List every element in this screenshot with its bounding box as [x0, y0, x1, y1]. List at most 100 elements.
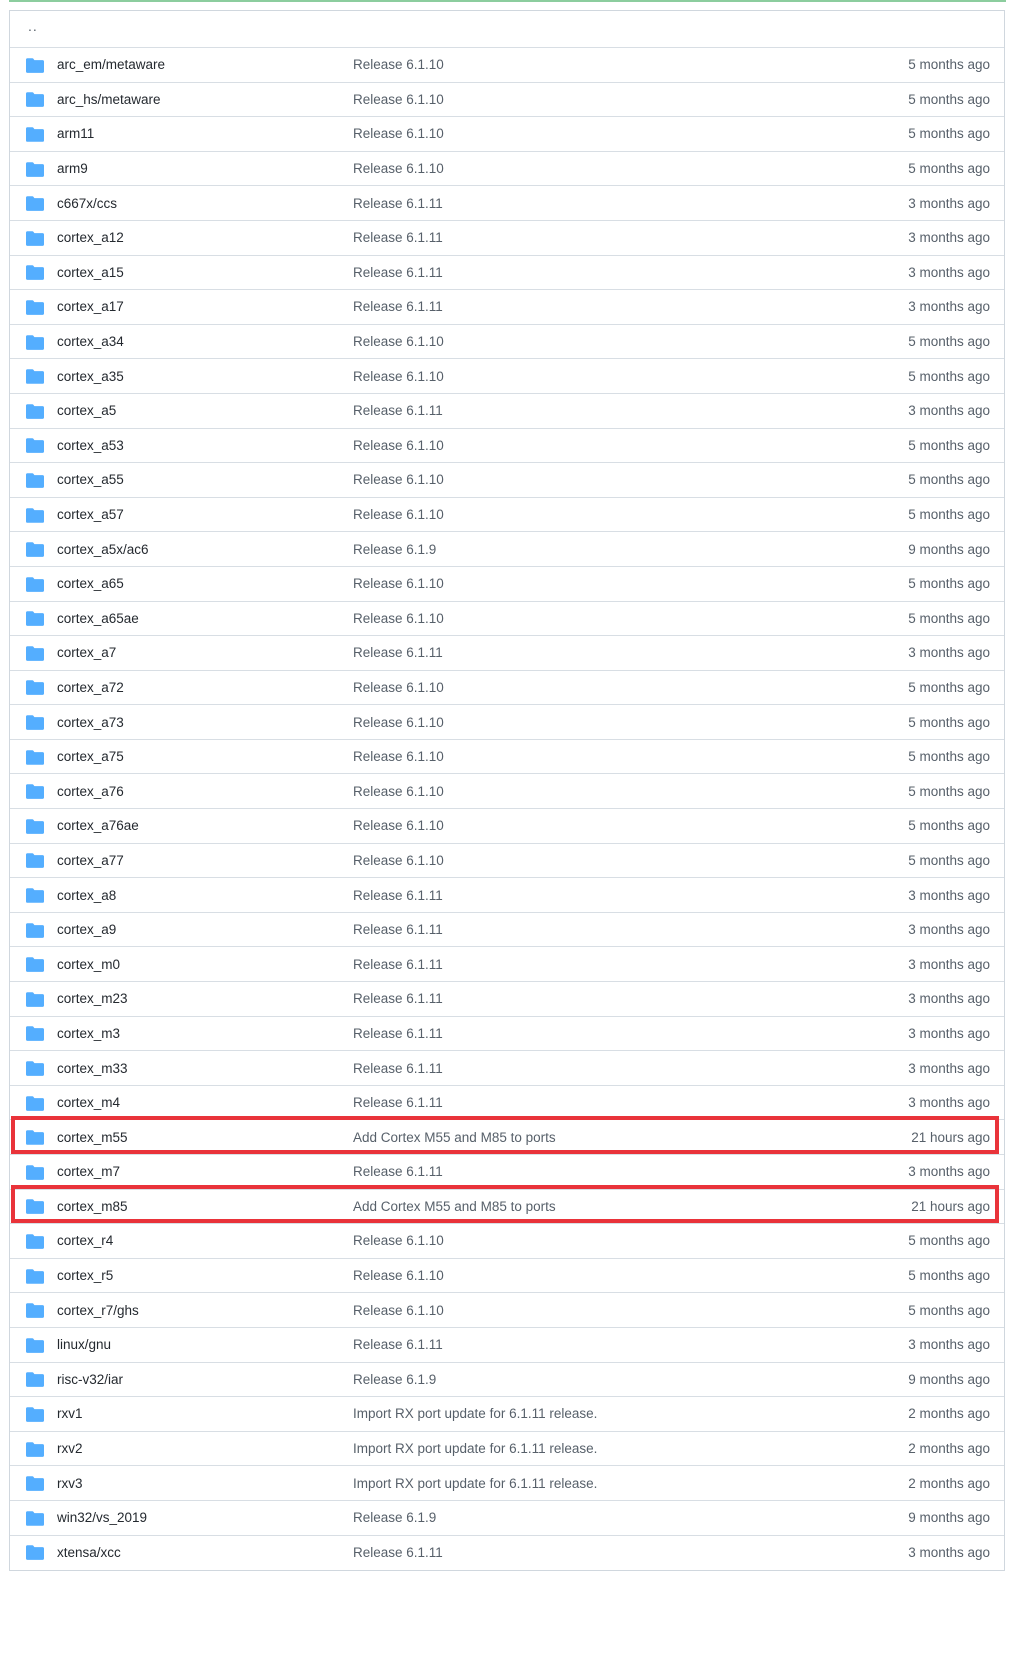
- folder-name-link[interactable]: cortex_a57: [57, 507, 124, 522]
- commit-message-link[interactable]: Release 6.1.9: [353, 1510, 436, 1525]
- file-row[interactable]: cortex_a5x/ac6 Release 6.1.9 9 months ago: [10, 532, 1004, 567]
- folder-name-link[interactable]: rxv3: [57, 1476, 83, 1491]
- commit-message-link[interactable]: Add Cortex M55 and M85 to ports: [353, 1130, 556, 1145]
- folder-name-link[interactable]: cortex_a7: [57, 645, 116, 660]
- folder-name-link[interactable]: cortex_a77: [57, 853, 124, 868]
- commit-message-link[interactable]: Release 6.1.11: [353, 922, 443, 937]
- file-row[interactable]: cortex_m55 Add Cortex M55 and M85 to port…: [10, 1120, 1004, 1155]
- commit-message-link[interactable]: Release 6.1.11: [353, 1337, 443, 1352]
- parent-directory-row[interactable]: ..: [10, 11, 1004, 48]
- commit-message-link[interactable]: Release 6.1.10: [353, 472, 444, 487]
- commit-message-link[interactable]: Release 6.1.11: [353, 888, 443, 903]
- commit-message-link[interactable]: Import RX port update for 6.1.11 release…: [353, 1476, 597, 1491]
- folder-name-link[interactable]: cortex_a34: [57, 334, 124, 349]
- folder-name-link[interactable]: cortex_m33: [57, 1061, 128, 1076]
- folder-name-link[interactable]: rxv1: [57, 1406, 83, 1421]
- file-row[interactable]: cortex_a76 Release 6.1.10 5 months ago: [10, 774, 1004, 810]
- folder-name-link[interactable]: cortex_a5x/ac6: [57, 542, 149, 557]
- file-row[interactable]: cortex_a65ae Release 6.1.10 5 months ago: [10, 602, 1004, 637]
- commit-message-link[interactable]: Release 6.1.10: [353, 126, 444, 141]
- folder-name-link[interactable]: cortex_m7: [57, 1164, 120, 1179]
- commit-message-link[interactable]: Import RX port update for 6.1.11 release…: [353, 1406, 597, 1421]
- folder-name-link[interactable]: cortex_m23: [57, 991, 128, 1006]
- commit-message-link[interactable]: Release 6.1.10: [353, 507, 444, 522]
- file-row[interactable]: cortex_a53 Release 6.1.10 5 months ago: [10, 429, 1004, 464]
- folder-name-link[interactable]: cortex_r7/ghs: [57, 1303, 139, 1318]
- file-row[interactable]: xtensa/xcc Release 6.1.11 3 months ago: [10, 1536, 1004, 1571]
- folder-name-link[interactable]: cortex_a8: [57, 888, 116, 903]
- commit-message-link[interactable]: Release 6.1.11: [353, 1026, 443, 1041]
- folder-name-link[interactable]: cortex_m4: [57, 1095, 120, 1110]
- folder-name-link[interactable]: cortex_a53: [57, 438, 124, 453]
- file-row[interactable]: cortex_a75 Release 6.1.10 5 months ago: [10, 740, 1004, 775]
- commit-message-link[interactable]: Release 6.1.11: [353, 230, 443, 245]
- folder-name-link[interactable]: arc_em/metaware: [57, 57, 165, 72]
- folder-name-link[interactable]: cortex_a76ae: [57, 818, 139, 833]
- file-row[interactable]: cortex_m0 Release 6.1.11 3 months ago: [10, 947, 1004, 983]
- file-row[interactable]: win32/vs_2019 Release 6.1.9 9 months ago: [10, 1501, 1004, 1536]
- commit-message-link[interactable]: Release 6.1.10: [353, 1268, 444, 1283]
- file-row[interactable]: arc_em/metaware Release 6.1.10 5 months ag…: [10, 48, 1004, 83]
- commit-message-link[interactable]: Add Cortex M55 and M85 to ports: [353, 1199, 556, 1214]
- folder-name-link[interactable]: win32/vs_2019: [57, 1510, 147, 1525]
- folder-name-link[interactable]: rxv2: [57, 1441, 83, 1456]
- file-row[interactable]: cortex_r5 Release 6.1.10 5 months ago: [10, 1259, 1004, 1294]
- file-row[interactable]: cortex_a15 Release 6.1.11 3 months ago: [10, 256, 1004, 291]
- folder-name-link[interactable]: cortex_a5: [57, 403, 116, 418]
- commit-message-link[interactable]: Release 6.1.10: [353, 161, 444, 176]
- commit-message-link[interactable]: Release 6.1.9: [353, 1372, 436, 1387]
- file-row[interactable]: arm11 Release 6.1.10 5 months ago: [10, 117, 1004, 152]
- file-row[interactable]: cortex_m85 Add Cortex M55 and M85 to port…: [10, 1190, 1004, 1225]
- commit-message-link[interactable]: Release 6.1.11: [353, 1545, 443, 1560]
- commit-message-link[interactable]: Release 6.1.11: [353, 403, 443, 418]
- file-row[interactable]: cortex_a72 Release 6.1.10 5 months ago: [10, 671, 1004, 706]
- file-row[interactable]: rxv1 Import RX port update for 6.1.11 rel…: [10, 1397, 1004, 1432]
- commit-message-link[interactable]: Release 6.1.11: [353, 991, 443, 1006]
- commit-message-link[interactable]: Release 6.1.10: [353, 576, 444, 591]
- file-row[interactable]: cortex_m23 Release 6.1.11 3 months ago: [10, 982, 1004, 1017]
- commit-message-link[interactable]: Release 6.1.10: [353, 853, 444, 868]
- folder-name-link[interactable]: cortex_r4: [57, 1233, 113, 1248]
- file-row[interactable]: arc_hs/metaware Release 6.1.10 5 months ag…: [10, 83, 1004, 118]
- commit-message-link[interactable]: Release 6.1.10: [353, 57, 444, 72]
- commit-message-link[interactable]: Release 6.1.11: [353, 265, 443, 280]
- commit-message-link[interactable]: Release 6.1.10: [353, 1233, 444, 1248]
- commit-message-link[interactable]: Import RX port update for 6.1.11 release…: [353, 1441, 597, 1456]
- file-row[interactable]: arm9 Release 6.1.10 5 months ago: [10, 152, 1004, 187]
- folder-name-link[interactable]: cortex_m3: [57, 1026, 120, 1041]
- folder-name-link[interactable]: cortex_a9: [57, 922, 116, 937]
- file-row[interactable]: cortex_m3 Release 6.1.11 3 months ago: [10, 1017, 1004, 1052]
- file-row[interactable]: risc-v32/iar Release 6.1.9 9 months ago: [10, 1363, 1004, 1398]
- commit-message-link[interactable]: Release 6.1.10: [353, 334, 444, 349]
- commit-message-link[interactable]: Release 6.1.11: [353, 299, 443, 314]
- folder-name-link[interactable]: cortex_a15: [57, 265, 124, 280]
- file-row[interactable]: cortex_a57 Release 6.1.10 5 months ago: [10, 498, 1004, 533]
- folder-name-link[interactable]: cortex_a35: [57, 369, 124, 384]
- commit-message-link[interactable]: Release 6.1.11: [353, 645, 443, 660]
- folder-name-link[interactable]: cortex_m55: [57, 1130, 128, 1145]
- folder-name-link[interactable]: cortex_a73: [57, 715, 124, 730]
- commit-message-link[interactable]: Release 6.1.11: [353, 1061, 443, 1076]
- file-row[interactable]: cortex_a7 Release 6.1.11 3 months ago: [10, 636, 1004, 671]
- file-row[interactable]: cortex_a9 Release 6.1.11 3 months ago: [10, 913, 1004, 948]
- commit-message-link[interactable]: Release 6.1.10: [353, 369, 444, 384]
- file-row[interactable]: cortex_a77 Release 6.1.10 5 months ago: [10, 844, 1004, 879]
- file-row[interactable]: cortex_a65 Release 6.1.10 5 months ago: [10, 567, 1004, 602]
- folder-name-link[interactable]: cortex_a17: [57, 299, 124, 314]
- file-row[interactable]: cortex_m7 Release 6.1.11 3 months ago: [10, 1155, 1004, 1190]
- commit-message-link[interactable]: Release 6.1.10: [353, 92, 444, 107]
- file-row[interactable]: cortex_a12 Release 6.1.11 3 months ago: [10, 221, 1004, 256]
- commit-message-link[interactable]: Release 6.1.10: [353, 438, 444, 453]
- commit-message-link[interactable]: Release 6.1.10: [353, 680, 444, 695]
- file-row[interactable]: cortex_m33 Release 6.1.11 3 months ago: [10, 1051, 1004, 1086]
- file-row[interactable]: c667x/ccs Release 6.1.11 3 months ago: [10, 186, 1004, 221]
- folder-name-link[interactable]: arm9: [57, 161, 88, 176]
- folder-name-link[interactable]: c667x/ccs: [57, 196, 117, 211]
- folder-name-link[interactable]: cortex_a76: [57, 784, 124, 799]
- file-row[interactable]: cortex_a17 Release 6.1.11 3 months ago: [10, 290, 1004, 325]
- commit-message-link[interactable]: Release 6.1.10: [353, 749, 444, 764]
- file-row[interactable]: cortex_m4 Release 6.1.11 3 months ago: [10, 1086, 1004, 1121]
- file-row[interactable]: cortex_a55 Release 6.1.10 5 months ago: [10, 463, 1004, 498]
- commit-message-link[interactable]: Release 6.1.10: [353, 611, 444, 626]
- file-row[interactable]: rxv3 Import RX port update for 6.1.11 rel…: [10, 1466, 1004, 1501]
